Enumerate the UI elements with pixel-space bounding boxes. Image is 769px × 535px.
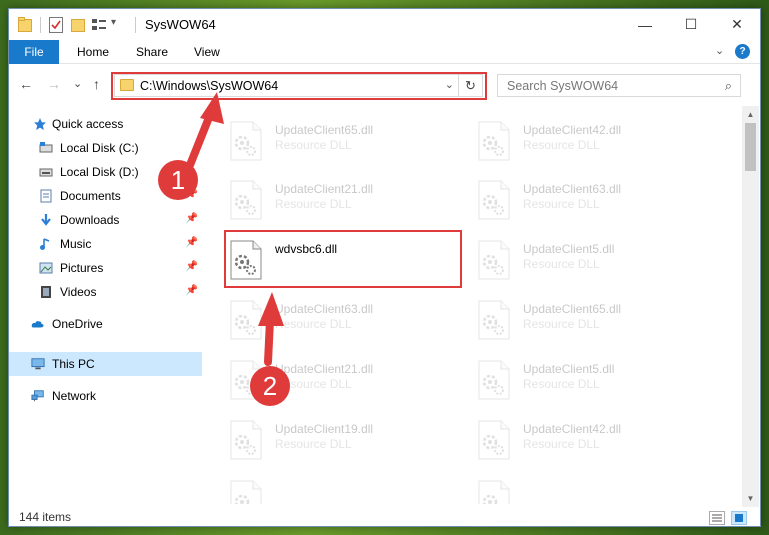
annotation-arrows	[184, 92, 284, 366]
step-2-badge: 2	[250, 366, 290, 406]
step-1-badge: 1	[158, 160, 198, 200]
